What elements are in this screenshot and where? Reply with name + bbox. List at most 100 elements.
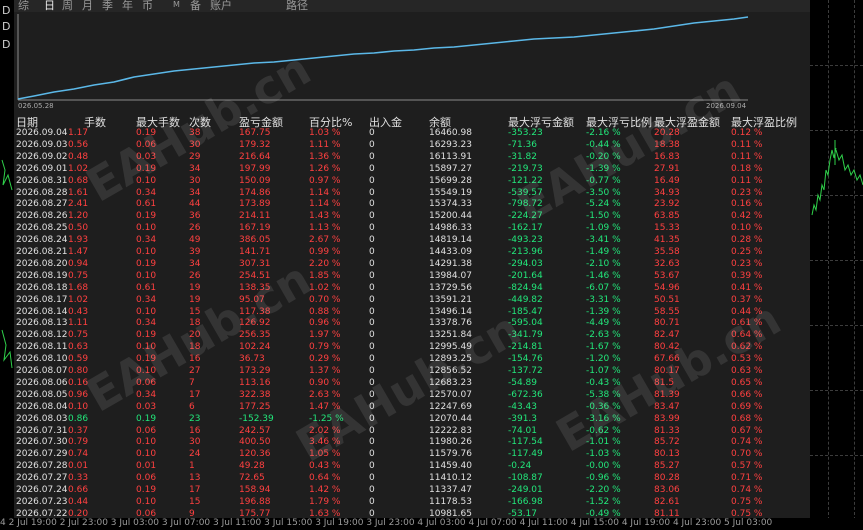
cell-max-float-profit: 81.5 xyxy=(654,377,675,388)
cell-lots: 0.63 xyxy=(68,342,89,353)
cell-pnl: 196.88 xyxy=(239,496,271,507)
cell-pnl: 141.71 xyxy=(239,247,271,257)
cell-count: 19 xyxy=(189,282,201,293)
cell-date: 2026.08.07 xyxy=(16,366,68,376)
cell-max-lots: 0.10 xyxy=(136,270,157,281)
cell-count: 26 xyxy=(189,223,201,234)
cell-max-lots: 0.06 xyxy=(136,508,157,518)
cell-io: 0 xyxy=(369,366,375,376)
cell-pct: 1.43 % xyxy=(309,211,341,222)
cell-max-float-profit-pct: 0.53 % xyxy=(731,354,763,365)
cell-max-float-loss-pct: -1.50 % xyxy=(586,211,621,222)
cell-date: 2026.08.20 xyxy=(16,258,68,269)
right-candles[interactable] xyxy=(810,0,863,530)
cell-max-float-loss: -53.17 xyxy=(508,508,538,518)
cell-pnl: 173.29 xyxy=(239,366,271,376)
cell-max-lots: 0.10 xyxy=(136,496,157,507)
cell-io: 0 xyxy=(369,401,375,412)
cell-io: 0 xyxy=(369,139,375,150)
cell-balance: 13251.84 xyxy=(429,330,472,341)
cell-balance: 13729.56 xyxy=(429,282,472,293)
cell-lots: 0.86 xyxy=(68,413,89,424)
cell-io: 0 xyxy=(369,508,375,518)
cell-max-float-profit: 15.33 xyxy=(654,223,680,234)
cell-max-float-profit-pct: 0.63 % xyxy=(731,366,763,376)
cell-max-float-loss: -595.04 xyxy=(508,318,543,329)
cell-max-float-profit-pct: 0.10 % xyxy=(731,223,763,234)
cell-balance: 12222.83 xyxy=(429,425,472,436)
cell-max-float-profit-pct: 0.75 % xyxy=(731,496,763,507)
cell-pnl: 36.73 xyxy=(239,354,265,365)
cell-pnl: 177.25 xyxy=(239,401,271,412)
cell-pnl: 179.32 xyxy=(239,139,271,150)
cell-count: 7 xyxy=(189,377,195,388)
cell-max-float-loss: -391.3 xyxy=(508,413,538,424)
tab-m[interactable]: M xyxy=(173,0,180,9)
cell-max-float-loss-pct: -2.16 % xyxy=(586,128,621,138)
cell-balance: 13591.21 xyxy=(429,294,472,305)
cell-max-float-profit: 82.47 xyxy=(654,330,680,341)
cell-lots: 0.20 xyxy=(68,508,89,518)
cell-max-float-loss: -0.24 xyxy=(508,461,532,472)
cell-max-float-loss-pct: -3.31 % xyxy=(586,294,621,305)
cell-max-float-loss-pct: -1.07 % xyxy=(586,366,621,376)
cell-pct: 1.02 % xyxy=(309,282,341,293)
cell-max-lots: 0.01 xyxy=(136,461,157,472)
cell-count: 36 xyxy=(189,211,201,222)
cell-max-lots: 0.10 xyxy=(136,306,157,317)
cell-date: 2026.07.24 xyxy=(16,485,68,495)
cell-max-float-profit: 82.61 xyxy=(654,496,680,507)
cell-max-float-profit: 50.51 xyxy=(654,294,680,305)
cell-max-float-loss-pct: -0.43 % xyxy=(586,377,621,388)
left-candles xyxy=(1,159,13,369)
cell-max-lots: 0.10 xyxy=(136,223,157,234)
cell-max-float-loss-pct: -3.16 % xyxy=(586,413,621,424)
cell-pnl: 386.05 xyxy=(239,235,271,246)
cell-max-float-profit-pct: 0.68 % xyxy=(731,413,763,424)
cell-count: 16 xyxy=(189,354,201,365)
cell-pnl: 49.28 xyxy=(239,461,265,472)
cell-max-lots: 0.19 xyxy=(136,485,157,495)
cell-date: 2026.08.28 xyxy=(16,187,68,198)
cell-count: 38 xyxy=(189,128,201,138)
cell-balance: 15699.28 xyxy=(429,175,472,186)
cell-balance: 14986.33 xyxy=(429,223,472,234)
cell-io: 0 xyxy=(369,496,375,507)
cell-balance: 15374.33 xyxy=(429,199,472,210)
cell-pct: 2.67 % xyxy=(309,235,341,246)
cell-io: 0 xyxy=(369,235,375,246)
cell-max-float-loss-pct: -1.39 % xyxy=(586,306,621,317)
cell-pct: 0.64 % xyxy=(309,473,341,484)
cell-max-float-loss-pct: -6.07 % xyxy=(586,282,621,293)
cell-lots: 0.43 xyxy=(68,306,89,317)
cell-pct: -1.25 % xyxy=(309,413,344,424)
cell-max-float-loss-pct: -0.96 % xyxy=(586,473,621,484)
cell-lots: 0.94 xyxy=(68,258,89,269)
cell-max-float-loss: -166.98 xyxy=(508,496,543,507)
cell-lots: 1.68 xyxy=(68,282,89,293)
cell-pct: 0.96 % xyxy=(309,318,341,329)
cell-lots: 0.74 xyxy=(68,449,89,460)
cell-lots: 0.16 xyxy=(68,377,89,388)
cell-pct: 0.99 % xyxy=(309,247,341,257)
cell-io: 0 xyxy=(369,270,375,281)
cell-lots: 0.75 xyxy=(68,330,89,341)
cell-max-lots: 0.19 xyxy=(136,354,157,365)
cell-max-float-profit-pct: 0.57 % xyxy=(731,461,763,472)
cell-io: 0 xyxy=(369,223,375,234)
cell-lots: 0.50 xyxy=(68,223,89,234)
cell-max-lots: 0.19 xyxy=(136,163,157,174)
cell-max-float-loss-pct: -1.03 % xyxy=(586,449,621,460)
cell-pct: 1.13 % xyxy=(309,223,341,234)
cell-balance: 10981.65 xyxy=(429,508,472,518)
cell-max-lots: 0.19 xyxy=(136,211,157,222)
cell-pnl: 102.24 xyxy=(239,342,271,353)
table-row[interactable]: 2026.07.22 0.20 0.06 9 175.77 1.63 % 0 10981.65… xyxy=(14,508,810,518)
cell-max-float-profit-pct: 0.70 % xyxy=(731,449,763,460)
cell-max-float-profit-pct: 0.66 % xyxy=(731,389,763,400)
cell-max-float-profit-pct: 0.18 % xyxy=(731,163,763,174)
cell-max-float-profit: 34.93 xyxy=(654,187,680,198)
cell-count: 30 xyxy=(189,437,201,448)
cell-pnl: 174.86 xyxy=(239,187,271,198)
cell-io: 0 xyxy=(369,413,375,424)
